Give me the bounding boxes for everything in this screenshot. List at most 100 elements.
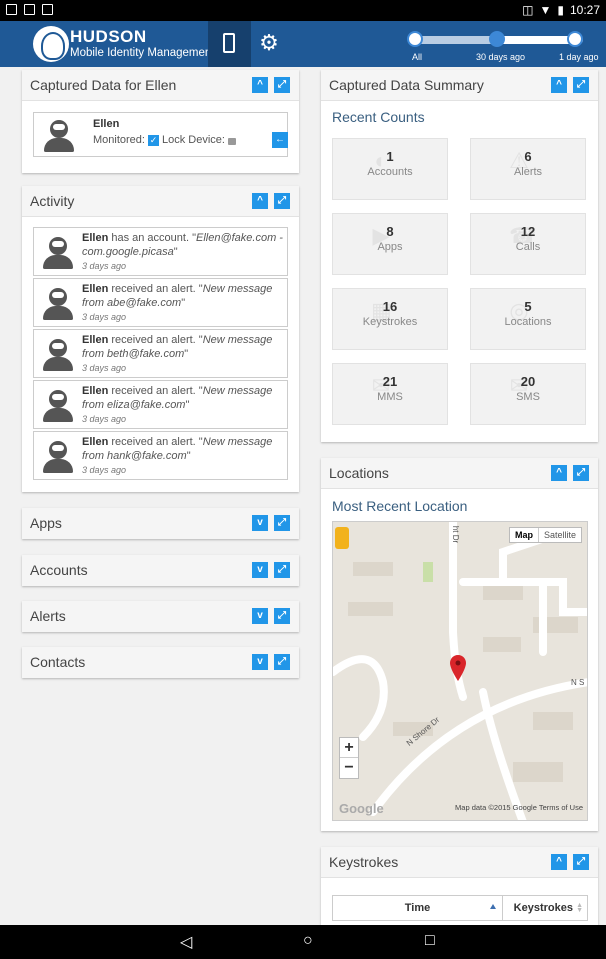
apps-panel: Apps v ⤢ [22, 508, 299, 539]
count-tile-accounts[interactable]: ◐ 1 Accounts [332, 138, 448, 200]
activity-time: 3 days ago [82, 363, 127, 373]
map-type-map-button[interactable]: Map [510, 528, 539, 542]
expand-down-button[interactable]: v [252, 515, 268, 531]
count-tile-locations[interactable]: ◎ 5 Locations [470, 288, 586, 350]
keystrokes-panel: Keystrokes ^ ⤢ Time Keystrokes ▲ ▼ [321, 847, 598, 925]
count-tile-apps[interactable]: ▶ 8 Apps [332, 213, 448, 275]
user-card: Ellen Monitored: ✓ Lock Device: ← [33, 112, 288, 157]
expand-down-button[interactable]: v [252, 608, 268, 624]
avatar [41, 439, 75, 473]
collapse-button[interactable]: ^ [252, 193, 268, 209]
activity-item: Ellen received an alert. "New message fr… [33, 380, 288, 429]
time-range-slider[interactable]: All 30 days ago 1 day ago [407, 21, 602, 67]
sort-ascending-icon [490, 904, 496, 909]
location-map[interactable]: Map Satellite N Shore Dr N S ht Dr + − G… [332, 521, 588, 821]
expand-down-button[interactable]: v [252, 562, 268, 578]
panel-header: Activity ^ ⤢ [22, 186, 299, 217]
count-tile-sms[interactable]: ✉ 20 SMS [470, 363, 586, 425]
nav-device-tab[interactable] [208, 21, 251, 67]
tile-count: 1 [386, 149, 394, 164]
collapse-button[interactable]: ^ [551, 854, 567, 870]
tile-count: 20 [520, 374, 536, 389]
map-credit[interactable]: Map data ©2015 Google Terms of Use [455, 803, 583, 812]
activity-text: Ellen received an alert. "New message fr… [82, 333, 286, 375]
settings-gear-icon[interactable]: ⚙ [258, 32, 280, 54]
activity-user: Ellen [82, 385, 109, 397]
slider-fill [415, 36, 499, 44]
activity-action: received an alert. " [108, 334, 203, 346]
back-nav-icon[interactable]: ◁ [180, 932, 192, 952]
panel-title: Activity [30, 193, 75, 209]
time-column-header[interactable]: Time [333, 896, 503, 920]
briefcase-icon [24, 4, 35, 15]
expand-down-button[interactable]: v [252, 654, 268, 670]
monitored-checkbox[interactable]: ✓ [147, 134, 159, 146]
panel-title: Alerts [30, 608, 66, 624]
panel-title: Contacts [30, 654, 86, 670]
android-nav-bar: ◁ ○ □ [0, 925, 606, 959]
count-tile-mms[interactable]: ✉ 21 MMS [332, 363, 448, 425]
collapse-button[interactable]: ^ [252, 77, 268, 93]
street-label: N S [571, 678, 585, 687]
back-arrow-button[interactable]: ← [272, 132, 288, 148]
expand-button[interactable]: ⤢ [573, 77, 589, 93]
activity-action: has an account. " [108, 232, 196, 244]
avatar [41, 337, 75, 371]
activity-action: received an alert. " [108, 283, 203, 295]
activity-text: Ellen has an account. "Ellen@fake.com - … [82, 231, 286, 273]
keystrokes-column-header[interactable]: Keystrokes ▲ ▼ [503, 896, 587, 920]
tile-count: 5 [524, 299, 532, 314]
tile-count: 16 [382, 299, 398, 314]
activity-action: received an alert. " [108, 436, 203, 448]
slider-handle-30-days[interactable] [489, 31, 505, 47]
activity-item: Ellen has an account. "Ellen@fake.com - … [33, 227, 288, 276]
recents-nav-icon[interactable]: □ [425, 932, 435, 950]
time-column-label: Time [404, 902, 431, 914]
slider-handle-1-day[interactable] [567, 31, 583, 47]
activity-text: Ellen received an alert. "New message fr… [82, 435, 286, 477]
expand-button[interactable]: ⤢ [274, 562, 290, 578]
count-tile-keystrokes[interactable]: ▦ 16 Keystrokes [332, 288, 448, 350]
expand-button[interactable]: ⤢ [573, 465, 589, 481]
battery-icon: ▮ [557, 3, 564, 17]
panel-title: Captured Data Summary [329, 77, 484, 93]
map-type-satellite-button[interactable]: Satellite [539, 528, 581, 542]
expand-button[interactable]: ⤢ [573, 854, 589, 870]
tile-count: 12 [520, 224, 536, 239]
lock-icon[interactable] [227, 137, 236, 145]
count-tile-alerts[interactable]: ⚠ 6 Alerts [470, 138, 586, 200]
tile-label: Calls [515, 241, 541, 253]
activity-time: 3 days ago [82, 465, 127, 475]
zoom-out-button[interactable]: − [340, 758, 358, 778]
panel-title: Keystrokes [329, 854, 399, 870]
vibrate-icon: ◫ [522, 3, 534, 17]
home-nav-icon[interactable]: ○ [303, 932, 313, 950]
expand-button[interactable]: ⤢ [274, 654, 290, 670]
activity-user: Ellen [82, 283, 109, 295]
zoom-in-button[interactable]: + [340, 738, 358, 758]
collapse-button[interactable]: ^ [551, 465, 567, 481]
wifi-icon: ▼ [539, 3, 552, 17]
user-status: Monitored: ✓ Lock Device: [93, 134, 236, 146]
location-pin-icon[interactable] [450, 655, 466, 681]
accounts-panel: Accounts v ⤢ [22, 555, 299, 586]
briefcase-icon [42, 4, 53, 15]
recent-counts-title: Recent Counts [332, 109, 425, 125]
collapse-button[interactable]: ^ [551, 77, 567, 93]
avatar [42, 118, 76, 152]
street-view-pegman-icon[interactable] [335, 527, 349, 549]
tile-count: 6 [524, 149, 532, 164]
app-header: HUDSON Mobile Identity Management ⚙ All … [0, 21, 606, 67]
expand-button[interactable]: ⤢ [274, 608, 290, 624]
panel-header: Captured Data Summary ^ ⤢ [321, 70, 598, 101]
tile-label: SMS [516, 391, 540, 403]
expand-button[interactable]: ⤢ [274, 77, 290, 93]
count-tile-calls[interactable]: ☎ 12 Calls [470, 213, 586, 275]
tile-label: Keystrokes [362, 316, 418, 328]
map-type-toggle: Map Satellite [509, 527, 583, 543]
expand-button[interactable]: ⤢ [274, 515, 290, 531]
activity-time: 3 days ago [82, 312, 127, 322]
expand-button[interactable]: ⤢ [274, 193, 290, 209]
user-name: Ellen [93, 118, 120, 130]
slider-handle-all[interactable] [407, 31, 423, 47]
